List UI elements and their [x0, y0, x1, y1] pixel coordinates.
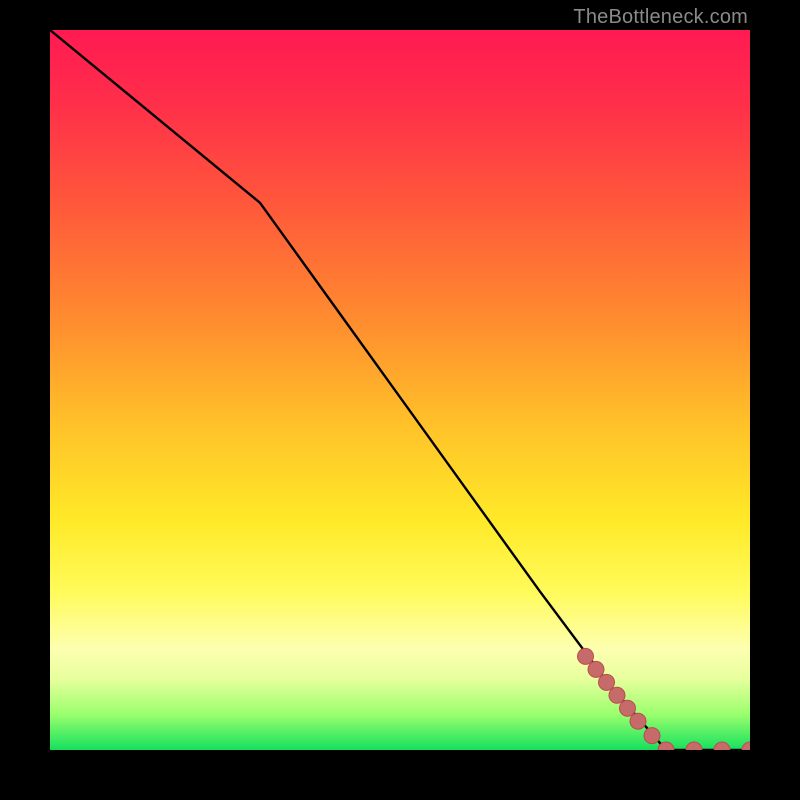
data-marker: [609, 687, 625, 703]
data-marker: [620, 700, 636, 716]
data-marker: [578, 648, 594, 664]
attribution-label: TheBottleneck.com: [573, 6, 748, 29]
data-marker: [588, 661, 604, 677]
curve-path: [50, 30, 750, 750]
data-marker: [686, 742, 702, 750]
plot-area: [50, 30, 750, 750]
chart-frame: TheBottleneck.com: [0, 0, 800, 800]
data-marker: [644, 728, 660, 744]
markers-group: [578, 648, 751, 750]
data-marker: [599, 674, 615, 690]
curve-path-group: [50, 30, 750, 750]
data-marker: [742, 742, 750, 750]
data-marker: [714, 742, 730, 750]
chart-overlay: [50, 30, 750, 750]
data-marker: [630, 713, 646, 729]
